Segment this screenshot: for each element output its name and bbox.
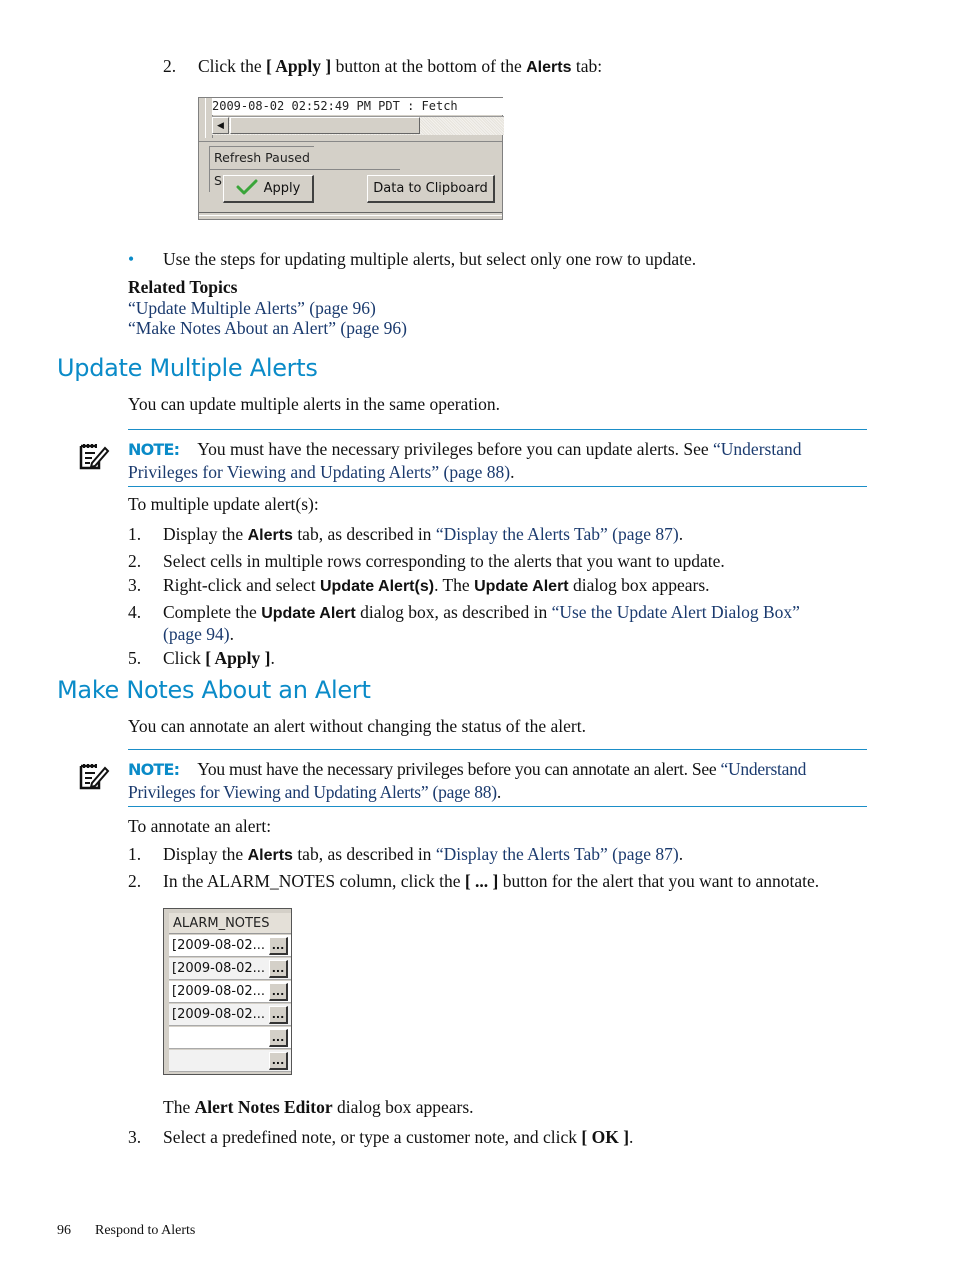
column-header-alarm-notes[interactable]: ALARM_NOTES [169, 913, 291, 934]
bullet-icon: • [128, 249, 135, 269]
step-item: 1. Display the Alerts tab, as described i… [128, 524, 684, 544]
data-to-clipboard-button[interactable]: Data to Clipboard [367, 175, 495, 203]
notes-edit-button[interactable]: ... [269, 983, 288, 1001]
link-update-alert-dialog[interactable]: “Use the Update Alert Dialog Box” [552, 602, 800, 622]
notes-edit-button[interactable]: ... [269, 1052, 288, 1070]
related-topics: Related Topics “Update Multiple Alerts” … [128, 277, 407, 339]
step-item: 1. Display the Alerts tab, as described i… [128, 844, 684, 864]
intro-step: 2. Click the [ Apply ] button at the bott… [163, 56, 603, 76]
note-pencil-icon [79, 764, 110, 790]
divider [199, 141, 502, 142]
scrollbar-thumb[interactable] [230, 117, 420, 134]
note-box-1: NOTE: You must have the necessary privile… [128, 439, 802, 482]
section2-lead: To annotate an alert: [128, 816, 272, 836]
note-top-rule [128, 429, 867, 430]
table-row[interactable]: [2009-08-02...... [169, 935, 291, 957]
section2-steps: 1. Display the Alerts tab, as described i… [128, 842, 819, 893]
notes-edit-button[interactable]: ... [269, 960, 288, 978]
step-item: 4. Complete the Update Alert dialog box, … [128, 601, 800, 644]
log-line: 2009-08-02 02:52:49 PM PDT : Fetch [212, 98, 504, 115]
page-number: 96 [57, 1223, 71, 1238]
note-link-privileges[interactable]: “Understand [713, 439, 801, 459]
status-refresh: Refresh Paused [209, 146, 314, 169]
note-box-2: NOTE: You must have the necessary privile… [128, 759, 807, 802]
link-display-alerts-tab[interactable]: “Display the Alerts Tab” (page 87) [436, 524, 679, 544]
table-row[interactable]: [2009-08-02...... [169, 958, 291, 980]
note-link-privileges-cont[interactable]: Privileges for Viewing and Updating Aler… [128, 462, 510, 482]
bullet-item: • Use the steps for updating multiple ale… [128, 249, 697, 269]
apply-screenshot: 2009-08-02 02:52:49 PM PDT : Fetch ◀ Ref… [198, 97, 504, 220]
note-top-rule [128, 749, 867, 750]
step-item: 3. Select a predefined note, or type a cu… [128, 1127, 634, 1147]
section1-lead: To multiple update alert(s): [128, 494, 319, 514]
window-bottom-edge [199, 212, 502, 216]
note-label: NOTE: [128, 760, 180, 779]
related-link-update-multiple[interactable]: “Update Multiple Alerts” (page 96) [128, 298, 376, 318]
note-link-privileges[interactable]: “Understand [720, 759, 806, 779]
note-label: NOTE: [128, 440, 180, 459]
related-link-make-notes[interactable]: “Make Notes About an Alert” (page 96) [128, 318, 407, 338]
note-bottom-rule [128, 806, 867, 807]
related-topics-title: Related Topics [128, 277, 238, 297]
scroll-left-arrow-icon[interactable]: ◀ [212, 117, 229, 134]
apply-button[interactable]: Apply [223, 175, 314, 203]
notes-edit-button[interactable]: ... [269, 1006, 288, 1024]
after-image-text: The Alert Notes Editor dialog box appear… [163, 1097, 474, 1117]
section1-intro: You can update multiple alerts in the sa… [128, 394, 500, 414]
link-update-alert-dialog-page[interactable]: (page 94) [163, 624, 230, 644]
section-heading-update-multiple: Update Multiple Alerts [57, 354, 318, 382]
alarm-notes-screenshot: ALARM_NOTES [2009-08-02...... [2009-08-0… [163, 908, 292, 1075]
step-item: 2. In the ALARM_NOTES column, click the [… [128, 870, 820, 891]
checkmark-icon [236, 179, 258, 195]
note-bottom-rule [128, 486, 867, 487]
step-item: 2. Select cells in multiple rows correspo… [128, 550, 725, 571]
step-item: 5. Click [ Apply ]. [128, 647, 275, 668]
notes-edit-button[interactable]: ... [269, 1029, 288, 1047]
section1-steps: 1. Display the Alerts tab, as described i… [128, 522, 800, 670]
note-pencil-icon [79, 444, 110, 470]
table-row[interactable]: ... [169, 1050, 291, 1072]
chapter-title: Respond to Alerts [95, 1223, 196, 1238]
note-link-privileges-cont[interactable]: Privileges for Viewing and Updating Aler… [128, 782, 497, 802]
status-bar: Refresh PausedSuccessful [209, 146, 502, 192]
section-heading-make-notes: Make Notes About an Alert [57, 676, 371, 704]
table-row[interactable]: [2009-08-02...... [169, 981, 291, 1003]
notes-edit-button[interactable]: ... [269, 937, 288, 955]
section2-intro: You can annotate an alert without changi… [128, 716, 586, 736]
horizontal-scrollbar[interactable]: ◀ [212, 116, 504, 135]
table-row[interactable]: ... [169, 1027, 291, 1049]
link-display-alerts-tab[interactable]: “Display the Alerts Tab” (page 87) [436, 844, 679, 864]
step-item: 3. Right-click and select Update Alert(s)… [128, 575, 710, 595]
table-row[interactable]: [2009-08-02...... [169, 1004, 291, 1026]
page-footer: 96 Respond to Alerts [57, 1223, 195, 1239]
